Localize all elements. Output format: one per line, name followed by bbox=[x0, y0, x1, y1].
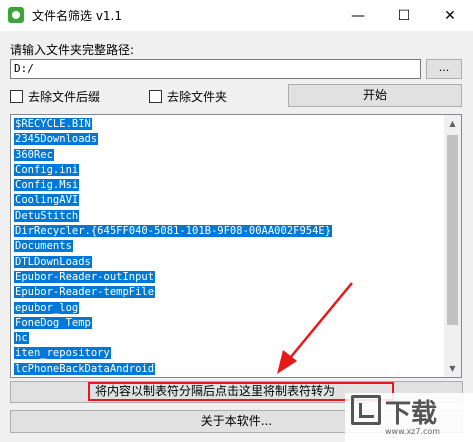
result-line: N8选版 bbox=[14, 377, 332, 378]
result-line-text: 2345Downloads bbox=[14, 133, 99, 146]
watermark: 下载 www.xz7.com bbox=[345, 393, 473, 442]
app-icon bbox=[8, 7, 24, 23]
results-lines: $RECYCLE.BIN 2345Downloads 360Rec Config.in… bbox=[14, 117, 333, 378]
watermark-logo-text: 下载 bbox=[385, 399, 438, 429]
result-line-text: DirRecycler.{645FF040-5081-101B-9F08-00A… bbox=[14, 225, 333, 238]
results-textarea[interactable]: $RECYCLE.BIN 2345Downloads 360Rec Config.in… bbox=[10, 114, 462, 378]
checkbox-box[interactable] bbox=[10, 90, 23, 103]
start-button[interactable]: 开始 bbox=[288, 84, 462, 107]
close-button[interactable]: ✕ bbox=[427, 0, 473, 31]
result-line: $RECYCLE.BIN bbox=[14, 117, 332, 132]
result-line-text: CoolingAVI bbox=[14, 194, 80, 207]
result-line-text: Epubor-Reader-outInput bbox=[14, 270, 156, 283]
result-line: Config.ini bbox=[14, 163, 332, 178]
result-line: hc bbox=[14, 331, 332, 346]
result-line: epubor_log bbox=[14, 301, 332, 316]
result-line-text: DTLDownLoads bbox=[14, 255, 92, 268]
result-line-text: Epubor-Reader-tempFile bbox=[14, 286, 156, 299]
result-line: 2345Downloads bbox=[14, 132, 332, 147]
result-line: DirRecycler.{645FF040-5081-101B-9F08-00A… bbox=[14, 224, 333, 239]
minimize-button[interactable]: — bbox=[335, 0, 381, 31]
result-line: iten_repository bbox=[14, 346, 332, 361]
result-line: DetuStitch bbox=[14, 209, 332, 224]
checkbox-box[interactable] bbox=[149, 90, 162, 103]
result-line: Config.Msi bbox=[14, 178, 332, 193]
result-line-text: Documents bbox=[14, 240, 73, 253]
watermark-url: www.xz7.com bbox=[385, 427, 441, 436]
result-line: 360Rec bbox=[14, 148, 332, 163]
remove-folder-checkbox[interactable]: 去除文件夹 bbox=[149, 88, 227, 105]
vertical-scrollbar[interactable]: ▲ ▼ bbox=[444, 115, 461, 377]
remove-extension-label: 去除文件后缀 bbox=[28, 90, 101, 104]
result-line: Documents bbox=[14, 239, 332, 254]
path-input[interactable]: D:/ bbox=[10, 59, 421, 79]
result-line-text: Config.Msi bbox=[14, 179, 80, 192]
remove-folder-label: 去除文件夹 bbox=[167, 90, 228, 104]
window-title: 文件名筛选 v1.1 bbox=[32, 9, 123, 23]
result-line-text: lcPhoneBackDataAndroid bbox=[14, 362, 156, 375]
result-line: DTLDownLoads bbox=[14, 255, 332, 270]
watermark-logo-icon bbox=[351, 395, 381, 425]
title-bar: 文件名筛选 v1.1 — ☐ ✕ bbox=[0, 0, 473, 31]
result-line-text: 360Rec bbox=[14, 148, 54, 161]
result-line-text: FoneDog Temp bbox=[14, 316, 92, 329]
result-line-text: Config.ini bbox=[14, 163, 80, 176]
scroll-thumb[interactable] bbox=[447, 135, 458, 325]
path-label: 请输入文件夹完整路径: bbox=[10, 43, 135, 57]
remove-extension-checkbox[interactable]: 去除文件后缀 bbox=[10, 88, 100, 105]
result-line-text: epubor_log bbox=[14, 301, 80, 314]
result-line: lcPhoneBackDataAndroid bbox=[14, 362, 332, 377]
result-line: Epubor-Reader-outInput bbox=[14, 270, 332, 285]
result-line-text: $RECYCLE.BIN bbox=[14, 118, 92, 130]
browse-button[interactable]: ... bbox=[426, 59, 462, 79]
result-line-text: DetuStitch bbox=[14, 209, 80, 222]
scroll-up-icon[interactable]: ▲ bbox=[444, 115, 461, 132]
result-line-text: iten_repository bbox=[14, 347, 111, 360]
maximize-button[interactable]: ☐ bbox=[381, 0, 427, 31]
result-line-text: hc bbox=[14, 332, 29, 345]
scroll-down-icon[interactable]: ▼ bbox=[444, 360, 461, 377]
result-line: CoolingAVI bbox=[14, 193, 332, 208]
result-line: FoneDog Temp bbox=[14, 316, 332, 331]
result-line: Epubor-Reader-tempFile bbox=[14, 285, 332, 300]
